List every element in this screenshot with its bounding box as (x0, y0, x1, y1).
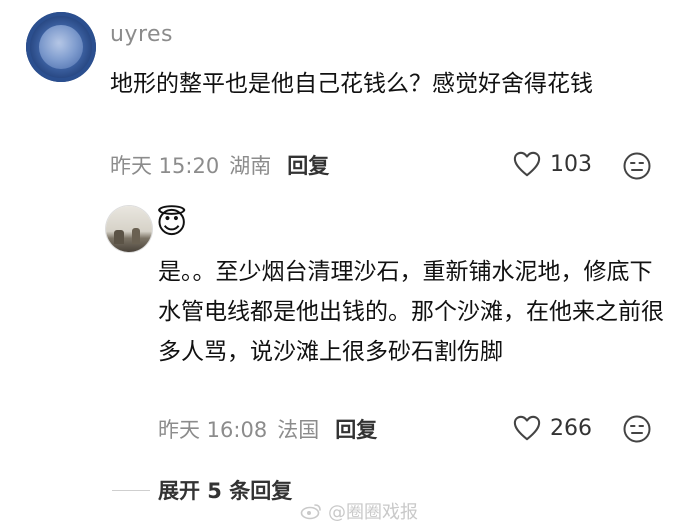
reply-like-button[interactable]: 266 (512, 414, 592, 442)
reply-location: 法国 (277, 418, 320, 442)
avatar[interactable] (26, 12, 96, 82)
reply-like-count: 266 (550, 415, 592, 441)
reply-reply-button[interactable]: 回复 (335, 414, 377, 444)
reply-text: 是。。至少烟台清理沙石，重新铺水泥地，修底下水管电线都是他出钱的。那个沙滩，在他… (158, 259, 664, 365)
comment-time: 昨天 15:20 (110, 154, 220, 178)
watermark: @圈圈戏报 (300, 498, 418, 524)
reply-button[interactable]: 回复 (287, 150, 329, 180)
dislike-face-icon[interactable] (622, 414, 652, 444)
watermark-text: @圈圈戏报 (328, 502, 418, 523)
expand-replies-button[interactable]: 展开 5 条回复 (158, 475, 292, 505)
reply-meta: 昨天 16:08 法国 回复 (158, 414, 377, 444)
comment-meta: 昨天 15:20 湖南 回复 (110, 150, 329, 180)
comment-text: 地形的整平也是他自己花钱么？感觉好舍得花钱 (110, 71, 593, 97)
divider (112, 490, 150, 491)
comment-location: 湖南 (229, 154, 272, 178)
weibo-logo-icon (300, 504, 321, 520)
avatar-image (39, 25, 83, 69)
dislike-face-icon[interactable] (622, 151, 652, 181)
reply-time: 昨天 16:08 (158, 418, 268, 442)
heart-icon (513, 415, 541, 441)
angel-emoji-icon: 😇 (156, 206, 188, 241)
reply-avatar[interactable] (106, 206, 152, 252)
avatar-image (114, 230, 124, 244)
username[interactable]: uyres (110, 22, 173, 47)
like-count: 103 (550, 151, 592, 177)
heart-icon (513, 151, 541, 177)
like-button[interactable]: 103 (512, 150, 592, 178)
